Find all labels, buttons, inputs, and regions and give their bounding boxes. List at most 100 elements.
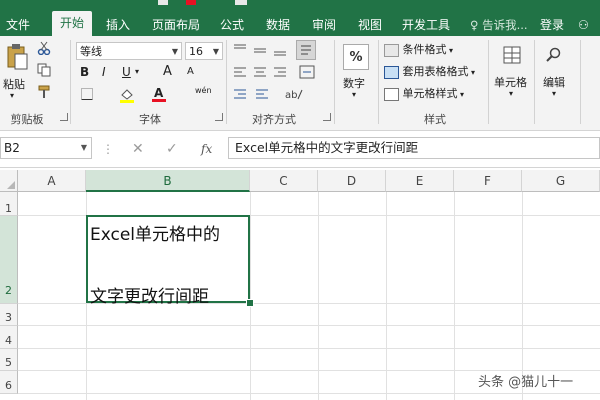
row-header-1[interactable]: 1 bbox=[0, 192, 18, 216]
chevron-down-icon: ▼ bbox=[212, 47, 219, 56]
phonetic-guide-button[interactable]: wén bbox=[195, 86, 212, 95]
text-direction-icon[interactable]: ab bbox=[284, 86, 304, 102]
font-group-label: 字体 bbox=[139, 113, 161, 126]
italic-button[interactable]: I bbox=[102, 65, 106, 79]
row-header-4[interactable]: 4 bbox=[0, 326, 18, 349]
select-all-button[interactable] bbox=[0, 170, 18, 192]
column-header-c[interactable]: C bbox=[250, 170, 318, 192]
gridline bbox=[386, 192, 387, 400]
tab-data[interactable]: 数据 bbox=[260, 14, 296, 36]
shrink-font-button[interactable]: A bbox=[187, 66, 194, 77]
name-box[interactable]: B2 ▼ bbox=[0, 137, 92, 159]
merge-center-icon[interactable] bbox=[298, 64, 320, 80]
clipboard-launcher-icon[interactable] bbox=[60, 113, 68, 121]
chevron-down-icon: ▾ bbox=[468, 68, 476, 77]
group-divider bbox=[580, 40, 581, 124]
cells-button[interactable]: 单元格 bbox=[494, 74, 527, 90]
search-icon[interactable] bbox=[543, 44, 565, 66]
conditional-format-icon bbox=[384, 43, 399, 57]
editing-button[interactable]: 编辑 bbox=[543, 74, 565, 90]
tab-home[interactable]: 开始 bbox=[52, 11, 92, 36]
tab-view[interactable]: 视图 bbox=[352, 14, 388, 36]
tab-file[interactable]: 文件 bbox=[0, 14, 36, 36]
fill-color-icon[interactable] bbox=[118, 86, 136, 104]
format-painter-icon[interactable] bbox=[36, 84, 52, 100]
tab-page-layout[interactable]: 页面布局 bbox=[146, 14, 206, 36]
number-format-button[interactable]: 数字 bbox=[343, 75, 365, 91]
chevron-down-icon: ▾ bbox=[457, 90, 465, 99]
cell-styles-button[interactable]: 单元格样式 ▾ bbox=[384, 84, 464, 104]
gridline bbox=[18, 348, 600, 349]
group-divider bbox=[334, 40, 335, 124]
record-icon[interactable] bbox=[186, 0, 196, 5]
cut-icon[interactable] bbox=[36, 40, 52, 56]
row-header-6[interactable]: 6 bbox=[0, 371, 18, 394]
font-size-value: 16 bbox=[189, 45, 203, 58]
group-divider bbox=[534, 40, 535, 124]
format-as-table-button[interactable]: 套用表格格式 ▾ bbox=[384, 62, 475, 82]
tell-me-box[interactable]: ♀ 告诉我... bbox=[470, 14, 528, 36]
bold-button[interactable]: B bbox=[80, 65, 89, 79]
ribbon-tab-bar: 文件 开始 插入 页面布局 公式 数据 审阅 视图 开发工具 ♀ 告诉我... … bbox=[0, 0, 600, 54]
column-header-b[interactable]: B bbox=[86, 170, 250, 192]
grow-font-button[interactable]: A bbox=[163, 64, 172, 79]
tab-review[interactable]: 审阅 bbox=[306, 14, 342, 36]
tab-formulas[interactable]: 公式 bbox=[214, 14, 250, 36]
vertical-align-icons[interactable] bbox=[232, 42, 292, 58]
cells-icon[interactable] bbox=[501, 44, 523, 66]
number-format-icon[interactable]: % bbox=[343, 44, 369, 70]
paste-label[interactable]: 粘贴 bbox=[3, 76, 25, 92]
styles-group-label: 样式 bbox=[424, 113, 446, 126]
chevron-down-icon[interactable]: ▾ bbox=[352, 90, 356, 99]
font-launcher-icon[interactable] bbox=[215, 113, 223, 121]
orientation-icon[interactable] bbox=[296, 40, 316, 60]
indent-icons[interactable] bbox=[232, 86, 272, 102]
chevron-down-icon[interactable]: ▾ bbox=[135, 67, 139, 76]
svg-text:ab: ab bbox=[285, 90, 297, 101]
column-header-d[interactable]: D bbox=[318, 170, 386, 192]
watermark-text: 头条 @猫儿十一 bbox=[478, 375, 574, 390]
insert-function-icon[interactable]: fx bbox=[201, 139, 212, 159]
alignment-launcher-icon[interactable] bbox=[323, 113, 331, 121]
share-button[interactable]: ⚇共 bbox=[578, 14, 600, 54]
column-header-e[interactable]: E bbox=[386, 170, 454, 192]
chevron-down-icon[interactable]: ▾ bbox=[10, 91, 14, 100]
cancel-icon[interactable]: ✕ bbox=[132, 139, 144, 159]
font-name-select[interactable]: 等线 ▼ bbox=[76, 42, 182, 60]
column-header-f[interactable]: F bbox=[454, 170, 522, 192]
gridline bbox=[318, 192, 319, 400]
formula-input[interactable]: Excel单元格中的文字更改行间距 bbox=[228, 137, 600, 159]
formula-bar: B2 ▼ ⋮ ✕ ✓ fx Excel单元格中的文字更改行间距 bbox=[0, 131, 600, 168]
quick-access-icon[interactable] bbox=[158, 0, 168, 5]
percent-symbol: % bbox=[349, 49, 363, 65]
paste-icon[interactable] bbox=[4, 42, 30, 72]
tell-me-text: 告诉我... bbox=[482, 18, 528, 32]
column-header-g[interactable]: G bbox=[522, 170, 600, 192]
tab-developer[interactable]: 开发工具 bbox=[396, 14, 456, 36]
enter-check-icon[interactable]: ✓ bbox=[166, 139, 178, 159]
select-all-triangle-icon bbox=[7, 181, 15, 189]
horizontal-align-icons[interactable] bbox=[232, 64, 292, 80]
gridline bbox=[454, 192, 455, 400]
group-divider bbox=[488, 40, 489, 124]
cell-styles-icon bbox=[384, 87, 399, 101]
border-icon[interactable] bbox=[80, 87, 94, 101]
font-color-icon[interactable]: A bbox=[151, 85, 167, 103]
underline-button[interactable]: U bbox=[122, 65, 131, 79]
table-format-icon bbox=[384, 65, 399, 79]
chevron-down-icon: ▾ bbox=[446, 46, 454, 55]
row-header-5[interactable]: 5 bbox=[0, 349, 18, 371]
tab-insert[interactable]: 插入 bbox=[100, 14, 136, 36]
row-header-3[interactable]: 3 bbox=[0, 304, 18, 326]
column-header-a[interactable]: A bbox=[18, 170, 86, 192]
copy-icon[interactable] bbox=[36, 62, 52, 78]
conditional-format-button[interactable]: 条件格式 ▾ bbox=[384, 40, 453, 60]
font-size-select[interactable]: 16 ▼ bbox=[185, 42, 223, 60]
chevron-down-icon[interactable]: ▾ bbox=[552, 89, 556, 98]
row-header-2[interactable]: 2 bbox=[0, 216, 18, 304]
fill-handle[interactable] bbox=[246, 299, 254, 307]
sign-in-link[interactable]: 登录 bbox=[540, 14, 564, 36]
font-name-value: 等线 bbox=[80, 45, 102, 58]
chevron-down-icon: ▼ bbox=[171, 47, 178, 56]
chevron-down-icon[interactable]: ▾ bbox=[509, 89, 513, 98]
